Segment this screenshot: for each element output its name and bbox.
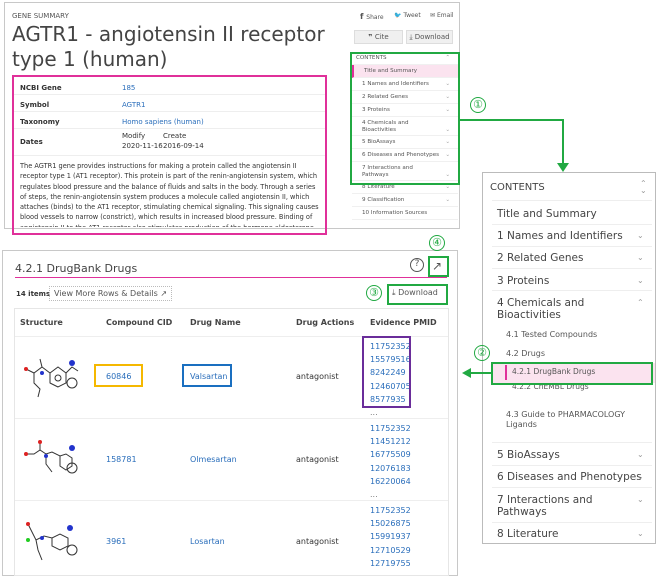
annotation-arrows xyxy=(460,119,569,378)
annotation-1: ① xyxy=(470,97,486,113)
annotation-2: ② xyxy=(474,345,490,361)
